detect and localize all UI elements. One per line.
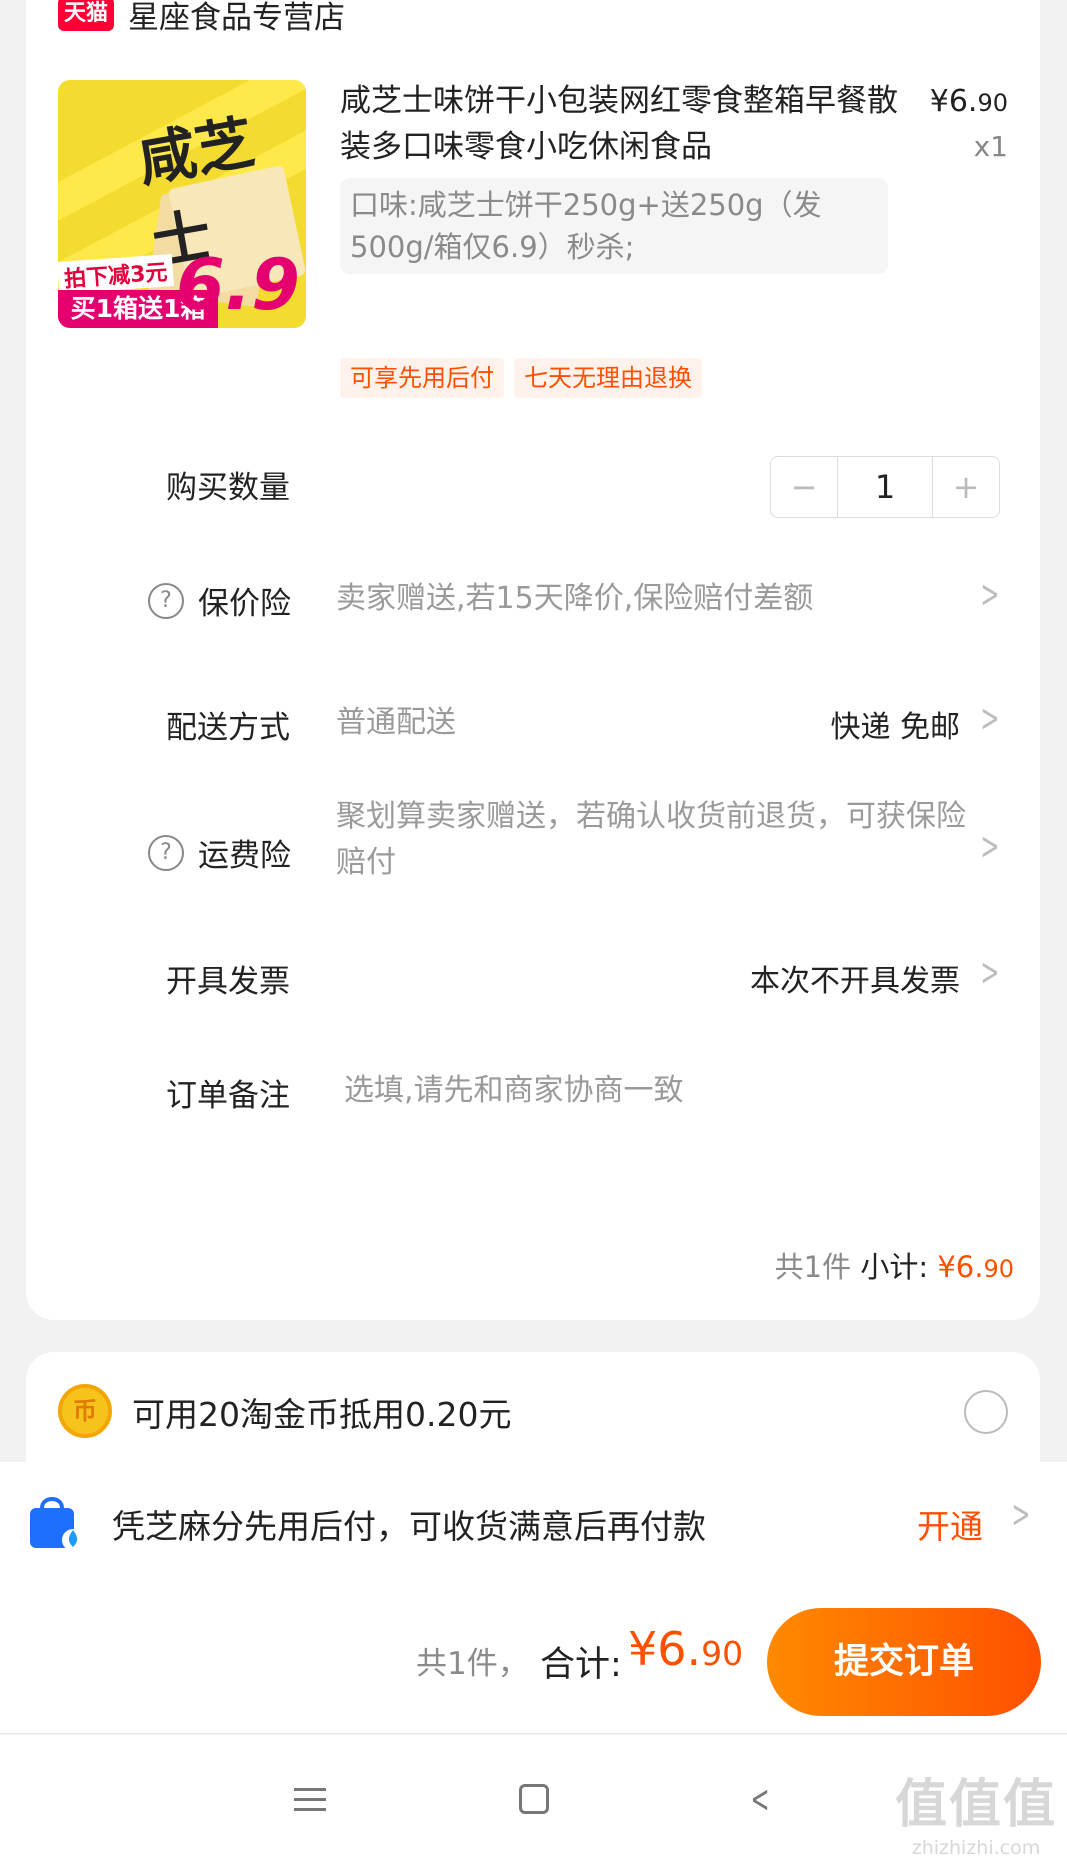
checkout-bar: 共1件， 合计: ¥6.90 提交订单 [0,1582,1067,1734]
invoice-label: 开具发票 [166,964,290,1000]
subtotal: 共1件 小计: ¥6.90 [775,1244,1014,1286]
chevron-right-icon: > [1011,1492,1031,1536]
coin-radio[interactable] [964,1390,1008,1434]
home-icon[interactable] [514,1779,554,1819]
service-tags: 可享先用后付 七天无理由退换 [340,358,702,398]
unit-price: ¥6.90 [930,84,1008,119]
chevron-right-icon: > [980,950,1000,994]
delivery-value: 普通配送 [336,705,456,740]
quantity-label: 购买数量 [166,470,290,506]
price-protect-label: ? 保价险 [148,578,291,623]
decrease-button[interactable]: − [771,457,837,517]
coin-icon: 币 [58,1384,112,1438]
total-amount-decimal: 90 [701,1634,744,1673]
unit-price-main: ¥6. [929,84,978,119]
total-amount-main: ¥6. [628,1622,702,1676]
submit-order-button[interactable]: 提交订单 [767,1608,1041,1716]
chevron-right-icon: > [980,824,1000,868]
invoice-row[interactable]: 开具发票 本次不开具发票 > [26,924,1040,1034]
watermark: 值值值 zhizhizhi.com [895,1762,1057,1859]
shopping-bag-icon [30,1497,84,1551]
delivery-label: 配送方式 [166,710,290,746]
help-icon[interactable]: ? [148,834,184,871]
system-nav-bar: < 值值值 zhizhizhi.com [0,1735,1067,1865]
back-icon[interactable]: < [748,1777,772,1821]
sku-spec[interactable]: 口味:咸芝士饼干250g+送250g（发500g/箱仅6.9）秒杀; [340,178,888,274]
subtotal-amount: ¥6.90 [937,1250,1014,1284]
total-count: 共1件， [416,1646,529,1682]
help-icon[interactable]: ? [148,582,184,619]
unit-price-decimal: 90 [977,89,1008,117]
tag-pay-later: 可享先用后付 [340,358,504,398]
order-card: 天猫 星座食品专营店 咸芝士 拍下减3元 买1箱送1箱 6.9 咸芝士味饼干小包… [26,0,1040,1320]
delivery-method: 快递 免邮 [830,710,960,745]
shop-name[interactable]: 星座食品专营店 [128,0,345,37]
freight-insurance-label-text: 运费险 [198,838,291,874]
item-quantity: x1 [973,130,1008,163]
price-protect-label-text: 保价险 [198,586,291,622]
total-label: 合计: [540,1645,622,1685]
quantity-stepper[interactable]: − 1 + [770,456,1000,518]
watermark-logo: 值值值 [894,1775,1057,1835]
total-amount: ¥6.90 [628,1622,743,1676]
subtotal-count: 共1件 [774,1250,852,1284]
zhima-text: 凭芝麻分先用后付，可收货满意后再付款 [112,1507,706,1546]
tmall-badge: 天猫 [58,0,115,31]
activate-link[interactable]: 开通 [917,1500,983,1548]
image-price: 6.9 [175,244,300,326]
remark-row[interactable]: 订单备注 选填,请先和商家协商一致 [26,1038,1040,1148]
shop-header[interactable]: 天猫 星座食品专营店 [58,0,345,37]
quantity-value[interactable]: 1 [837,457,933,517]
remark-label: 订单备注 [166,1078,290,1114]
tag-seven-day-return: 七天无理由退换 [514,358,702,398]
product-image[interactable]: 咸芝士 拍下减3元 买1箱送1箱 6.9 [58,80,306,328]
product-title[interactable]: 咸芝士味饼干小包装网红零食整箱早餐散装多口味零食小吃休闲食品 [340,78,910,170]
invoice-value: 本次不开具发票 [750,964,960,999]
delivery-row[interactable]: 配送方式 普通配送 快递 免邮 > [26,670,1040,780]
menu-icon[interactable] [290,1779,330,1819]
subtotal-label: 小计: [860,1250,929,1284]
chevron-right-icon: > [980,696,1000,740]
subtotal-amount-decimal: 90 [983,1255,1014,1283]
freight-insurance-row[interactable]: ? 运费险 聚划算卖家赠送，若确认收货前退货，可获保险赔付 > [26,774,1040,924]
price-protect-row[interactable]: ? 保价险 卖家赠送,若15天降价,保险赔付差额 > [26,546,1040,656]
freight-insurance-value: 聚划算卖家赠送，若确认收货前退货，可获保险赔付 [336,799,966,880]
zhima-bar[interactable]: 凭芝麻分先用后付，可收货满意后再付款 开通 > [0,1462,1067,1582]
remark-input[interactable]: 选填,请先和商家协商一致 [344,1068,684,1114]
subtotal-amount-main: ¥6. [937,1250,984,1284]
freight-insurance-label: ? 运费险 [148,830,291,875]
coin-text: 可用20淘金币抵用0.20元 [132,1395,512,1434]
price-protect-value: 卖家赠送,若15天降价,保险赔付差额 [336,581,814,616]
chevron-right-icon: > [980,572,1000,616]
watermark-url: zhizhizhi.com [911,1837,1041,1859]
increase-button[interactable]: + [933,457,999,517]
